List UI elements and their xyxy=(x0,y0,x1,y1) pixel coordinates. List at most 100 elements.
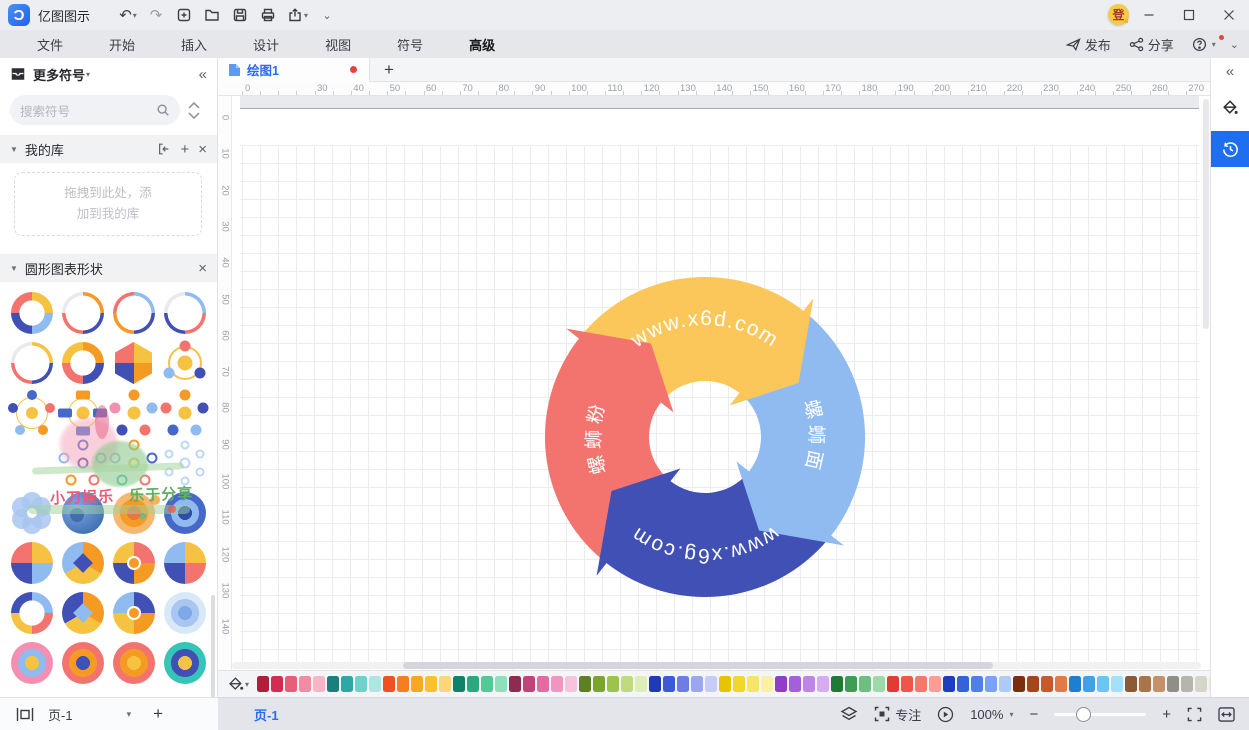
close-button[interactable] xyxy=(1209,0,1249,30)
symbol-pie[interactable] xyxy=(164,542,206,584)
color-swatch[interactable] xyxy=(1083,676,1095,692)
panel-expand-icon[interactable]: « xyxy=(1211,63,1249,80)
menu-符号[interactable]: 符号 xyxy=(387,35,433,54)
color-swatch[interactable] xyxy=(1111,676,1123,692)
color-swatch[interactable] xyxy=(551,676,563,692)
color-swatch[interactable] xyxy=(873,676,885,692)
save-button[interactable] xyxy=(228,3,252,27)
color-swatch[interactable] xyxy=(971,676,983,692)
color-swatch[interactable] xyxy=(761,676,773,692)
symbol-donut[interactable] xyxy=(62,342,104,384)
chevron-down-icon[interactable] xyxy=(188,112,200,119)
symbol-piec[interactable] xyxy=(113,592,155,634)
horizontal-scrollbar-thumb[interactable] xyxy=(403,662,993,669)
help-button[interactable]: ▾ xyxy=(1186,37,1222,52)
fit-width-icon[interactable] xyxy=(1218,707,1235,722)
symbol-cluster[interactable] xyxy=(113,392,155,434)
zoom-out-button[interactable]: − xyxy=(1029,706,1038,723)
symbol-target[interactable] xyxy=(164,592,206,634)
color-swatch[interactable] xyxy=(397,676,409,692)
symbol-ring[interactable] xyxy=(62,292,104,334)
my-library-section[interactable]: ▼ 我的库 + × xyxy=(0,135,217,163)
zoom-in-button[interactable]: + xyxy=(1162,706,1171,723)
symbol-cluster[interactable] xyxy=(164,392,206,434)
symbol-donut[interactable] xyxy=(11,592,53,634)
color-swatch[interactable] xyxy=(411,676,423,692)
chevron-up-icon[interactable] xyxy=(188,102,200,109)
fill-color-button[interactable]: ▾ xyxy=(227,676,249,693)
login-avatar[interactable]: 登 xyxy=(1108,4,1129,25)
color-swatch[interactable] xyxy=(1097,676,1109,692)
symbol-globe[interactable] xyxy=(62,492,104,534)
symbol-target[interactable] xyxy=(164,642,206,684)
publish-button[interactable]: 发布 xyxy=(1060,35,1117,54)
menu-插入[interactable]: 插入 xyxy=(171,35,217,54)
symbol-hex[interactable] xyxy=(113,342,155,384)
fullscreen-icon[interactable] xyxy=(1187,707,1202,722)
add-page-button[interactable]: + xyxy=(153,704,163,724)
color-swatch[interactable] xyxy=(621,676,633,692)
color-swatch[interactable] xyxy=(1041,676,1053,692)
symbol-ring[interactable] xyxy=(164,292,206,334)
color-swatch[interactable] xyxy=(733,676,745,692)
export-caret-icon[interactable]: ▾ xyxy=(304,11,308,20)
color-swatch[interactable] xyxy=(775,676,787,692)
menu-设计[interactable]: 设计 xyxy=(243,35,289,54)
color-swatch[interactable] xyxy=(383,676,395,692)
color-swatch[interactable] xyxy=(705,676,717,692)
vertical-scrollbar-thumb[interactable] xyxy=(1203,99,1209,329)
color-swatch[interactable] xyxy=(957,676,969,692)
color-swatch[interactable] xyxy=(425,676,437,692)
color-swatch[interactable] xyxy=(1153,676,1165,692)
color-swatch[interactable] xyxy=(887,676,899,692)
color-swatch[interactable] xyxy=(1069,676,1081,692)
color-swatch[interactable] xyxy=(831,676,843,692)
add-library-icon[interactable]: + xyxy=(180,141,189,158)
zoom-caret-icon[interactable]: ▾ xyxy=(1009,710,1013,719)
section-caret-icon[interactable]: ▼ xyxy=(10,145,18,154)
focus-mode-button[interactable]: 专注 xyxy=(874,705,921,724)
color-swatch[interactable] xyxy=(747,676,759,692)
library-title[interactable]: 更多符号 xyxy=(33,65,85,84)
toolbar-collapse-button[interactable]: ⌄ xyxy=(315,3,339,27)
symbol-ring[interactable] xyxy=(11,342,53,384)
color-swatch[interactable] xyxy=(467,676,479,692)
menu-视图[interactable]: 视图 xyxy=(315,35,361,54)
redo-button[interactable]: ↷ xyxy=(144,3,168,27)
color-swatch[interactable] xyxy=(327,676,339,692)
color-swatch[interactable] xyxy=(495,676,507,692)
color-swatch[interactable] xyxy=(1139,676,1151,692)
color-swatch[interactable] xyxy=(523,676,535,692)
menu-开始[interactable]: 开始 xyxy=(99,35,145,54)
color-swatch[interactable] xyxy=(845,676,857,692)
circular-cycle-diagram[interactable]: www.x6d.com 螺蛳面 www.x6g.com 螺蛳粉 xyxy=(218,96,1210,670)
color-swatch[interactable] xyxy=(663,676,675,692)
library-caret-icon[interactable]: ▾ xyxy=(86,70,90,79)
symbol-target[interactable] xyxy=(62,642,104,684)
color-swatch[interactable] xyxy=(691,676,703,692)
color-swatch[interactable] xyxy=(271,676,283,692)
minimize-button[interactable] xyxy=(1129,0,1169,30)
symbol-ring[interactable] xyxy=(113,292,155,334)
color-swatch[interactable] xyxy=(1055,676,1067,692)
color-swatch[interactable] xyxy=(803,676,815,692)
color-swatch[interactable] xyxy=(859,676,871,692)
color-swatch[interactable] xyxy=(565,676,577,692)
close-section-icon[interactable]: × xyxy=(198,141,207,158)
symbol-flower[interactable] xyxy=(11,492,53,534)
symbol-snow[interactable] xyxy=(164,442,206,484)
color-swatch[interactable] xyxy=(1195,676,1207,692)
search-input[interactable]: 搜索符号 xyxy=(10,95,180,125)
symbol-tree[interactable] xyxy=(11,442,53,484)
symbol-target[interactable] xyxy=(164,492,206,534)
color-swatch[interactable] xyxy=(649,676,661,692)
color-swatch[interactable] xyxy=(313,676,325,692)
color-swatch[interactable] xyxy=(537,676,549,692)
symbol-pied[interactable] xyxy=(62,542,104,584)
sidebar-scrollbar[interactable] xyxy=(211,595,215,697)
color-swatch[interactable] xyxy=(1167,676,1179,692)
page-selector-caret-icon[interactable]: ▾ xyxy=(127,709,132,720)
history-button[interactable] xyxy=(1211,131,1249,167)
color-swatch[interactable] xyxy=(369,676,381,692)
page-layout-icon[interactable] xyxy=(16,707,34,722)
